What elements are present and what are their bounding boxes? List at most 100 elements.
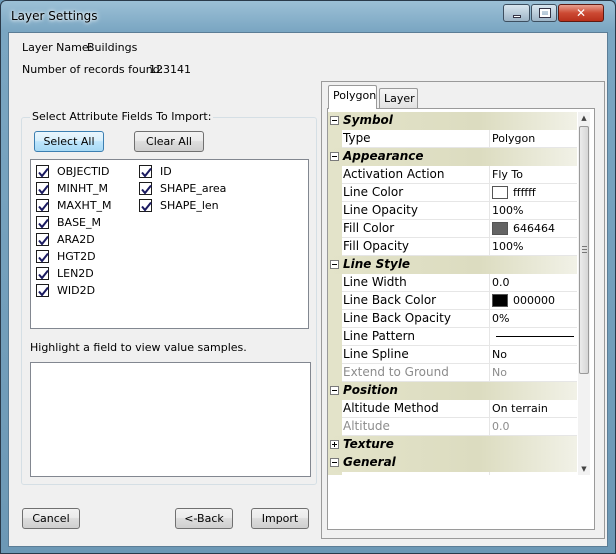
category-name: Symbol — [343, 113, 393, 127]
field-checkbox[interactable] — [36, 199, 49, 212]
color-swatch[interactable] — [492, 222, 508, 235]
property-row[interactable]: Fill Color 646464 — [328, 220, 577, 238]
field-name: WID2D — [57, 284, 96, 297]
property-value[interactable]: Fly To — [489, 166, 577, 184]
property-value[interactable]: 646464 — [489, 220, 577, 238]
property-name: Fill Opacity — [343, 239, 409, 253]
property-row[interactable] — [328, 472, 577, 475]
property-category[interactable]: Line Style — [328, 256, 577, 274]
attribute-fields-title: Select Attribute Fields To Import: — [30, 110, 214, 123]
field-checkbox[interactable] — [36, 233, 49, 246]
property-value[interactable]: 0.0 — [489, 274, 577, 292]
property-value[interactable] — [489, 328, 577, 346]
expand-icon[interactable] — [330, 440, 339, 449]
field-name: ARA2D — [57, 233, 95, 246]
field-checkbox[interactable] — [139, 182, 152, 195]
property-row[interactable]: Line Color ffffff — [328, 184, 577, 202]
scrollbar-thumb[interactable] — [579, 126, 589, 374]
property-row[interactable]: Line Pattern — [328, 328, 577, 346]
property-name: Line Back Opacity — [343, 311, 451, 325]
property-row[interactable]: Fill Opacity 100% — [328, 238, 577, 256]
scroll-down-icon[interactable]: ▼ — [578, 463, 590, 475]
property-row[interactable]: Line Back Color 000000 — [328, 292, 577, 310]
property-value[interactable]: 000000 — [489, 292, 577, 310]
tab-polygon[interactable]: Polygon — [328, 85, 377, 109]
field-checkbox[interactable] — [139, 165, 152, 178]
field-checkbox[interactable] — [36, 267, 49, 280]
property-grid[interactable]: Symbol Type Polygon Appearance Activation Ac… — [328, 112, 577, 475]
maximize-button[interactable] — [531, 4, 557, 22]
row-gutter — [328, 130, 342, 148]
clear-all-button[interactable]: Clear All — [134, 131, 204, 152]
field-name: HGT2D — [57, 250, 96, 263]
collapse-icon[interactable] — [330, 386, 339, 395]
cancel-button[interactable]: Cancel — [22, 508, 80, 529]
collapse-icon[interactable] — [330, 116, 339, 125]
property-category[interactable]: Symbol — [328, 112, 577, 130]
property-row[interactable]: Line Width 0.0 — [328, 274, 577, 292]
property-row: Altitude 0.0 — [328, 418, 577, 436]
window-title: Layer Settings — [11, 9, 98, 23]
field-checkbox[interactable] — [36, 284, 49, 297]
property-name: Line Opacity — [343, 203, 418, 217]
minimize-button[interactable] — [503, 4, 530, 22]
import-button[interactable]: Import — [251, 508, 309, 529]
close-button[interactable]: ✕ — [558, 4, 604, 22]
layer-settings-window: Layer Settings ✕ Layer Name: Buildings N… — [0, 0, 616, 554]
property-value[interactable]: ffffff — [489, 184, 577, 202]
property-row[interactable]: Line Opacity 100% — [328, 202, 577, 220]
property-row[interactable]: Line Back Opacity 0% — [328, 310, 577, 328]
row-gutter — [328, 166, 342, 184]
property-row[interactable]: Type Polygon — [328, 130, 577, 148]
property-value[interactable]: 0% — [489, 310, 577, 328]
property-value[interactable]: No — [489, 346, 577, 364]
color-swatch[interactable] — [492, 186, 508, 199]
field-checkbox[interactable] — [36, 250, 49, 263]
field-checkbox[interactable] — [139, 199, 152, 212]
scroll-up-icon[interactable]: ▲ — [578, 112, 590, 124]
property-value[interactable]: 100% — [489, 202, 577, 220]
property-row[interactable]: Activation Action Fly To — [328, 166, 577, 184]
property-category[interactable]: General — [328, 454, 577, 472]
property-name: Type — [343, 131, 371, 145]
property-name: Altitude — [343, 419, 390, 433]
property-row[interactable]: Line Spline No — [328, 346, 577, 364]
select-all-button[interactable]: Select All — [34, 131, 104, 152]
property-row[interactable]: Altitude Method On terrain — [328, 400, 577, 418]
collapse-icon[interactable] — [330, 458, 339, 467]
property-category[interactable]: Position — [328, 382, 577, 400]
property-value[interactable]: Polygon — [489, 130, 577, 148]
layer-name-label: Layer Name: — [22, 41, 93, 54]
category-name: General — [343, 455, 396, 469]
property-grid-scrollbar[interactable]: ▲ ▼ — [578, 112, 590, 475]
property-name: Extend to Ground — [343, 365, 449, 379]
row-gutter — [328, 328, 342, 346]
category-name: Line Style — [343, 257, 411, 271]
tab-layer[interactable]: Layer — [379, 88, 418, 109]
field-name: SHAPE_area — [160, 182, 227, 195]
property-value[interactable]: On terrain — [489, 400, 577, 418]
row-gutter — [328, 184, 342, 202]
color-swatch[interactable] — [492, 294, 508, 307]
property-name: Line Width — [343, 275, 407, 289]
value-samples-box[interactable] — [30, 362, 311, 477]
property-name: Line Back Color — [343, 293, 437, 307]
minimize-icon — [513, 15, 521, 18]
records-count-value: 123141 — [149, 63, 191, 76]
property-name: Fill Color — [343, 221, 395, 235]
property-category[interactable]: Appearance — [328, 148, 577, 166]
field-name: SHAPE_len — [160, 199, 219, 212]
property-value[interactable]: 100% — [489, 238, 577, 256]
attribute-fields-list[interactable]: OBJECTID MINHT_M MAXHT_M BASE_M ARA2D HGT2D LE… — [30, 159, 309, 329]
property-value[interactable] — [489, 472, 577, 475]
field-name: MAXHT_M — [57, 199, 112, 212]
collapse-icon[interactable] — [330, 260, 339, 269]
field-checkbox[interactable] — [36, 182, 49, 195]
back-button[interactable]: <-Back — [175, 508, 233, 529]
title-bar[interactable]: Layer Settings ✕ — [1, 1, 615, 33]
property-category[interactable]: Texture — [328, 436, 577, 454]
field-checkbox[interactable] — [36, 165, 49, 178]
category-name: Position — [343, 383, 398, 397]
collapse-icon[interactable] — [330, 152, 339, 161]
field-checkbox[interactable] — [36, 216, 49, 229]
